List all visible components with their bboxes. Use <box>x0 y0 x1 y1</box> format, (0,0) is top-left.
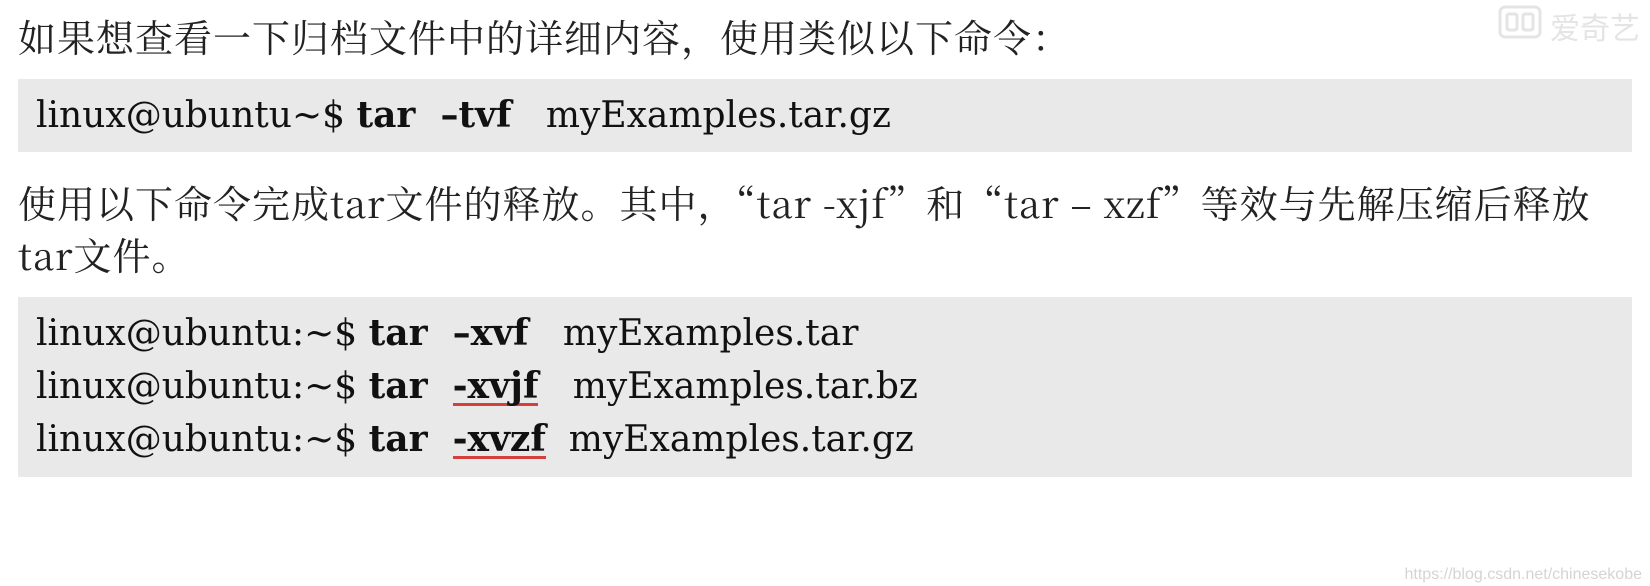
shell-prompt: linux@ubuntu:~$ <box>36 366 369 407</box>
shell-arg: myExamples.tar <box>563 313 859 354</box>
shell-arg: myExamples.tar.bz <box>573 366 918 407</box>
intro-text-1: 如果想查看一下归档文件中的详细内容，使用类似以下命令： <box>18 10 1632 61</box>
document-page: 如果想查看一下归档文件中的详细内容，使用类似以下命令： linux@ubuntu… <box>0 0 1650 477</box>
shell-flag: –tvf <box>440 94 511 136</box>
shell-flag: –xvf <box>453 312 529 354</box>
shell-prompt: linux@ubuntu~$ <box>36 95 356 136</box>
shell-prompt: linux@ubuntu:~$ <box>36 313 369 354</box>
code-block-1: linux@ubuntu~$ tar –tvf myExamples.tar.g… <box>18 79 1632 152</box>
intro-text-2: 使用以下命令完成tar文件的释放。其中，“tar -xjf”和“tar – xz… <box>18 176 1632 279</box>
code-line: linux@ubuntu:~$ tar -xvzf myExamples.tar… <box>36 413 1614 466</box>
shell-command: tar <box>356 94 415 136</box>
shell-flag: -xvzf <box>453 423 546 458</box>
shell-arg: myExamples.tar.gz <box>546 95 891 136</box>
shell-command: tar <box>369 365 428 407</box>
shell-flag: -xvjf <box>453 370 539 405</box>
shell-command: tar <box>369 418 428 460</box>
code-line: linux@ubuntu~$ tar –tvf myExamples.tar.g… <box>36 89 1614 142</box>
watermark-bottom: https://blog.csdn.net/chinesekobe <box>1405 566 1643 584</box>
shell-arg: myExamples.tar.gz <box>569 419 914 460</box>
code-line: linux@ubuntu:~$ tar -xvjf myExamples.tar… <box>36 360 1614 413</box>
shell-prompt: linux@ubuntu:~$ <box>36 419 369 460</box>
code-line: linux@ubuntu:~$ tar –xvf myExamples.tar <box>36 307 1614 360</box>
code-block-2: linux@ubuntu:~$ tar –xvf myExamples.tar … <box>18 297 1632 477</box>
shell-command: tar <box>369 312 428 354</box>
